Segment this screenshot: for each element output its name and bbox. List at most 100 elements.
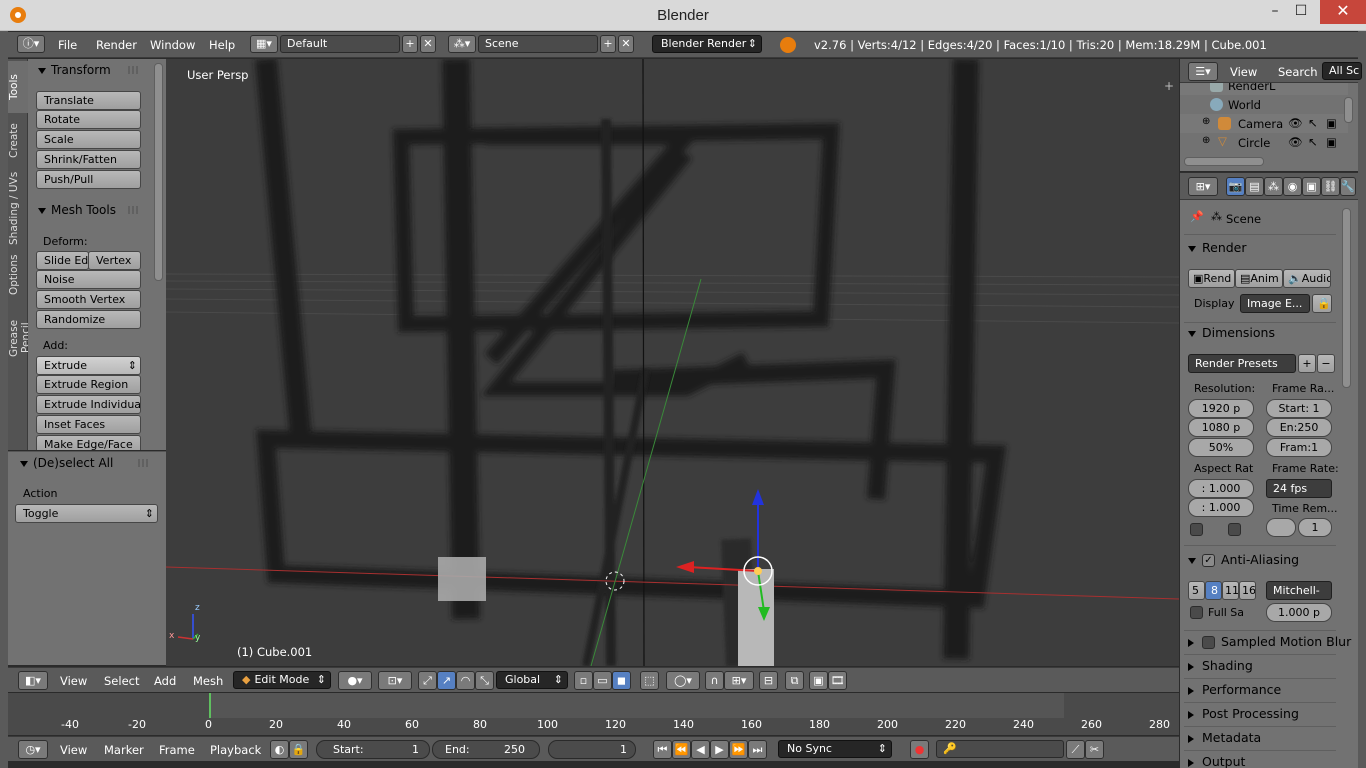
jump-start-icon[interactable]: ⏮ bbox=[653, 740, 672, 759]
selectable-arrow-icon[interactable]: ↖ bbox=[1308, 135, 1318, 149]
tab-grease-pencil[interactable]: Grease Pencil bbox=[8, 303, 32, 373]
pivot-point-icon[interactable]: ⊡▾ bbox=[378, 671, 412, 690]
add-preset-icon[interactable]: + bbox=[1298, 354, 1316, 373]
visibility-eye-icon[interactable]: 👁 bbox=[1288, 135, 1303, 149]
editor-type-outliner-icon[interactable]: ☰▾ bbox=[1188, 62, 1218, 81]
render-engine-dropdown[interactable]: Blender Render ⇕ bbox=[652, 35, 762, 53]
panel-grip-icon[interactable] bbox=[128, 66, 140, 74]
outliner-filter-dropdown[interactable]: All Sc bbox=[1322, 62, 1362, 80]
world-context-icon[interactable]: ◉ bbox=[1283, 177, 1302, 196]
menu-help[interactable]: Help bbox=[209, 38, 235, 52]
aspect-x-field[interactable]: : 1.000 bbox=[1188, 479, 1254, 498]
maximize-button[interactable]: ☐ bbox=[1286, 0, 1316, 24]
outliner-hscrollbar[interactable] bbox=[1184, 157, 1264, 166]
full-sample-checkbox[interactable] bbox=[1190, 606, 1203, 619]
snap-element-icon[interactable]: ⊞▾ bbox=[724, 671, 754, 690]
edge-select-icon[interactable]: ▭ bbox=[593, 671, 612, 690]
menu-view[interactable]: View bbox=[60, 674, 87, 688]
tab-shading-uvs[interactable]: Shading / UVs bbox=[8, 169, 28, 247]
selected-cube-object[interactable] bbox=[738, 569, 774, 666]
selectable-arrow-icon[interactable]: ↖ bbox=[1308, 116, 1318, 130]
render-presets-dropdown[interactable]: Render Presets bbox=[1188, 354, 1296, 373]
add-layout-icon[interactable]: + bbox=[402, 35, 418, 53]
jump-keyframe-back-icon[interactable]: ⏪ bbox=[672, 740, 691, 759]
aa-samples-16-button[interactable]: 16 bbox=[1239, 581, 1256, 600]
occlude-geometry-icon[interactable]: ⬚ bbox=[640, 671, 659, 690]
shading-panel-header[interactable]: Shading bbox=[1188, 658, 1253, 673]
delete-keyframe-icon[interactable]: ✂ bbox=[1085, 740, 1104, 759]
transform-panel-header[interactable]: Transform bbox=[38, 63, 140, 77]
toolshelf-scrollbar[interactable] bbox=[154, 63, 163, 281]
rotate-manipulator-icon[interactable]: ◠ bbox=[456, 671, 475, 690]
rotate-button[interactable]: Rotate bbox=[36, 110, 141, 129]
3d-viewport[interactable]: User Persp (1) Cube.001 z y x + bbox=[166, 59, 1179, 666]
editor-type-3d-icon[interactable]: ◧▾ bbox=[18, 671, 48, 690]
jump-end-icon[interactable]: ⏭ bbox=[748, 740, 767, 759]
expand-icon[interactable]: ⊕ bbox=[1202, 116, 1210, 127]
outliner-item-circle[interactable]: ⊕ ▽ Circle 👁 ↖ ▣ bbox=[1180, 133, 1348, 152]
sampled-motion-blur-panel-header[interactable]: Sampled Motion Blur bbox=[1188, 634, 1351, 649]
frame-start-field[interactable]: Start: 1 bbox=[1266, 399, 1332, 418]
action-dropdown[interactable]: Toggle ⇕ bbox=[15, 504, 158, 523]
outliner-item-renderlayers[interactable]: RenderL bbox=[1180, 83, 1348, 95]
extrude-individual-button[interactable]: Extrude Individual bbox=[36, 395, 141, 414]
timeline[interactable]: -40 -20 0 20 40 60 80 100 120 140 160 18… bbox=[8, 692, 1179, 735]
opengl-render-icon[interactable]: ⧉ bbox=[785, 671, 804, 690]
orientation-dropdown[interactable]: Global ⇕ bbox=[496, 671, 568, 689]
performance-panel-header[interactable]: Performance bbox=[1188, 682, 1281, 697]
resolution-percentage-field[interactable]: 50% bbox=[1188, 438, 1254, 457]
screen-layout-field[interactable]: Default bbox=[280, 35, 400, 53]
menu-select[interactable]: Select bbox=[104, 674, 139, 688]
randomize-button[interactable]: Randomize bbox=[36, 310, 141, 329]
menu-window[interactable]: Window bbox=[150, 38, 195, 52]
panel-grip-icon[interactable] bbox=[128, 206, 140, 214]
editor-type-properties-icon[interactable]: ⊞▾ bbox=[1188, 177, 1218, 196]
menu-mesh[interactable]: Mesh bbox=[193, 674, 223, 688]
anti-aliasing-panel-header[interactable]: ✓ Anti-Aliasing bbox=[1188, 552, 1299, 567]
resolution-x-field[interactable]: 1920 p bbox=[1188, 399, 1254, 418]
close-button[interactable]: ✕ bbox=[1320, 0, 1366, 24]
modifiers-context-icon[interactable]: 🔧 bbox=[1340, 177, 1356, 196]
filter-size-field[interactable]: 1.000 p bbox=[1266, 603, 1332, 622]
render-panel-header[interactable]: Render bbox=[1188, 240, 1247, 255]
outliner-item-world[interactable]: World bbox=[1180, 95, 1348, 114]
deselect-all-panel-header[interactable]: (De)select All bbox=[20, 456, 150, 470]
make-edge-face-button[interactable]: Make Edge/Face bbox=[36, 435, 141, 450]
keying-set-field[interactable]: 🔑 bbox=[936, 740, 1064, 758]
renderable-camera-icon[interactable]: ▣ bbox=[1326, 135, 1337, 149]
play-icon[interactable]: ▶ bbox=[710, 740, 729, 759]
menu-playback[interactable]: Playback bbox=[210, 743, 261, 757]
output-panel-header[interactable]: Output bbox=[1188, 754, 1245, 768]
vertex-slide-button[interactable]: Vertex bbox=[88, 251, 141, 270]
menu-add[interactable]: Add bbox=[154, 674, 176, 688]
mesh-tools-panel-header[interactable]: Mesh Tools bbox=[38, 203, 140, 217]
jump-keyframe-forward-icon[interactable]: ⏩ bbox=[729, 740, 748, 759]
metadata-panel-header[interactable]: Metadata bbox=[1188, 730, 1261, 745]
object-context-icon[interactable]: ▣ bbox=[1302, 177, 1321, 196]
scale-button[interactable]: Scale bbox=[36, 130, 141, 149]
translate-button[interactable]: Translate bbox=[36, 91, 141, 110]
cube-object[interactable] bbox=[438, 557, 486, 601]
frame-end-field[interactable]: En:250 bbox=[1266, 418, 1332, 437]
scene-context-icon[interactable]: ⁂ bbox=[1264, 177, 1283, 196]
play-reverse-icon[interactable]: ◀ bbox=[691, 740, 710, 759]
render-animation-icon[interactable]: 🎞 bbox=[828, 671, 847, 690]
motion-blur-checkbox[interactable] bbox=[1202, 636, 1215, 649]
aa-samples-8-button[interactable]: 8 bbox=[1205, 581, 1222, 600]
menu-render[interactable]: Render bbox=[96, 38, 137, 52]
expand-icon[interactable]: ⊕ bbox=[1202, 135, 1210, 146]
scene-field[interactable]: Scene bbox=[478, 35, 598, 53]
insert-keyframe-icon[interactable]: ⟋ bbox=[1066, 740, 1085, 759]
render-audio-button[interactable]: 🔈Audio bbox=[1283, 269, 1331, 288]
menu-view[interactable]: View bbox=[60, 743, 87, 757]
smooth-vertex-button[interactable]: Smooth Vertex bbox=[36, 290, 141, 309]
lock-range-icon[interactable]: 🔒 bbox=[289, 740, 308, 759]
dimensions-panel-header[interactable]: Dimensions bbox=[1188, 325, 1275, 340]
pin-icon[interactable]: 📌 bbox=[1190, 210, 1204, 223]
noise-button[interactable]: Noise bbox=[36, 270, 141, 289]
outliner-vscrollbar[interactable] bbox=[1344, 97, 1353, 123]
time-remap-new-field[interactable]: 1 bbox=[1298, 518, 1332, 537]
shrink-fatten-button[interactable]: Shrink/Fatten bbox=[36, 150, 141, 169]
aa-samples-5-button[interactable]: 5 bbox=[1188, 581, 1205, 600]
render-animation-button[interactable]: ▤Anim bbox=[1235, 269, 1283, 288]
